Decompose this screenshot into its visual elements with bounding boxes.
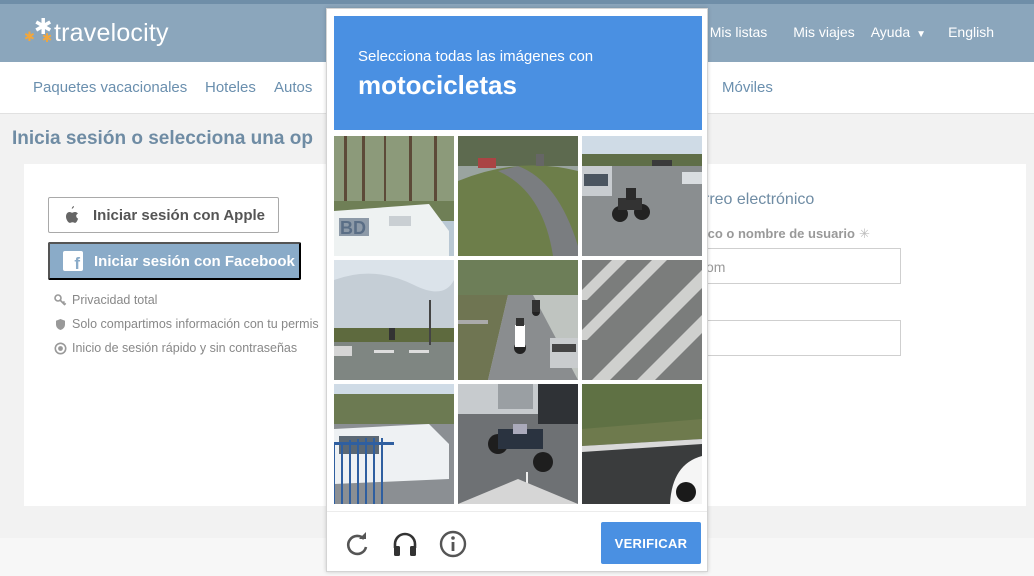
- headphones-icon[interactable]: [391, 530, 419, 558]
- feature-fast-login: Inicio de sesión rápido y sin contraseña…: [54, 341, 297, 355]
- subnav-paquetes[interactable]: Paquetes vacacionales: [33, 79, 187, 96]
- captcha-dialog: Selecciona todas las imágenes con motoci…: [326, 8, 708, 572]
- email-section-title: rreo electrónico: [704, 191, 815, 208]
- captcha-tile-1[interactable]: BD: [334, 136, 454, 256]
- tile-image: [334, 260, 454, 380]
- nav-language[interactable]: English: [940, 24, 1002, 40]
- captcha-tile-9[interactable]: [582, 384, 702, 504]
- feature-privacy-text: Privacidad total: [72, 293, 158, 307]
- captcha-tile-3[interactable]: [582, 136, 702, 256]
- top-nav: ▼ Mis listas Mis viajes Ayuda ▼ English: [670, 24, 1002, 40]
- facebook-icon: f: [63, 251, 83, 272]
- logo-text: travelocity: [54, 18, 169, 47]
- email-label-text: ico o nombre de usuario: [704, 226, 855, 241]
- feature-privacy: Privacidad total: [54, 293, 157, 307]
- shield-icon: [56, 318, 65, 330]
- apple-icon: [66, 206, 79, 223]
- subnav-hoteles[interactable]: Hoteles: [205, 79, 256, 96]
- captcha-tile-2[interactable]: [458, 136, 578, 256]
- page-title: Inicia sesión o selecciona una op: [12, 128, 313, 149]
- email-label: ico o nombre de usuario ✳: [704, 226, 870, 242]
- subnav-moviles[interactable]: Móviles: [722, 79, 773, 96]
- chevron-down-icon: ▼: [916, 29, 927, 40]
- nav-ayuda-label: Ayuda: [870, 24, 911, 40]
- captcha-tile-7[interactable]: [334, 384, 454, 504]
- info-icon[interactable]: [439, 530, 467, 558]
- svg-text:BD: BD: [340, 218, 366, 238]
- nav-mis-listas[interactable]: Mis listas: [702, 24, 776, 40]
- apple-button-label: Iniciar sesión con Apple: [93, 206, 265, 224]
- nav-mis-viajes[interactable]: Mis viajes: [785, 24, 862, 40]
- captcha-instruction: Selecciona todas las imágenes con: [358, 48, 594, 65]
- reload-icon[interactable]: [343, 530, 371, 558]
- facebook-button-label: Iniciar sesión con Facebook: [94, 252, 295, 270]
- feature-sharing-text: Solo compartimos información con tu perm…: [72, 317, 319, 331]
- subnav-autos[interactable]: Autos: [274, 79, 312, 96]
- tile-image: [334, 384, 454, 504]
- facebook-signin-button[interactable]: f Iniciar sesión con Facebook: [48, 242, 301, 280]
- travelocity-logo[interactable]: ✱ ✱ ✱ travelocity: [22, 14, 169, 48]
- tile-image: [582, 260, 702, 380]
- password-input[interactable]: [696, 320, 901, 356]
- captcha-target: motocicletas: [358, 70, 517, 100]
- feature-sharing: Solo compartimos información con tu perm…: [54, 317, 319, 331]
- tile-image: BD: [334, 136, 454, 256]
- tile-image: [582, 384, 702, 504]
- captcha-tile-5[interactable]: [458, 260, 578, 380]
- tile-image: [458, 260, 578, 380]
- nav-ayuda[interactable]: Ayuda ▼: [863, 24, 934, 40]
- captcha-tile-6[interactable]: [582, 260, 702, 380]
- tile-image: [458, 136, 578, 256]
- fingerprint-icon: [54, 342, 67, 354]
- required-mark: ✳: [858, 226, 870, 241]
- captcha-footer: VERIFICAR: [327, 511, 707, 571]
- captcha-header: Selecciona todas las imágenes con motoci…: [334, 16, 702, 130]
- email-input-value: om: [706, 259, 726, 275]
- logo-star-icon: ✱ ✱ ✱: [24, 14, 53, 45]
- key-icon: [54, 293, 67, 306]
- captcha-tile-4[interactable]: [334, 260, 454, 380]
- apple-signin-button[interactable]: Iniciar sesión con Apple: [48, 197, 279, 233]
- email-input[interactable]: om: [696, 248, 901, 284]
- verify-button[interactable]: VERIFICAR: [601, 522, 701, 564]
- feature-fast-login-text: Inicio de sesión rápido y sin contraseña…: [72, 341, 298, 355]
- tile-image: [582, 136, 702, 256]
- captcha-tile-8[interactable]: [458, 384, 578, 504]
- tile-image: [458, 384, 578, 504]
